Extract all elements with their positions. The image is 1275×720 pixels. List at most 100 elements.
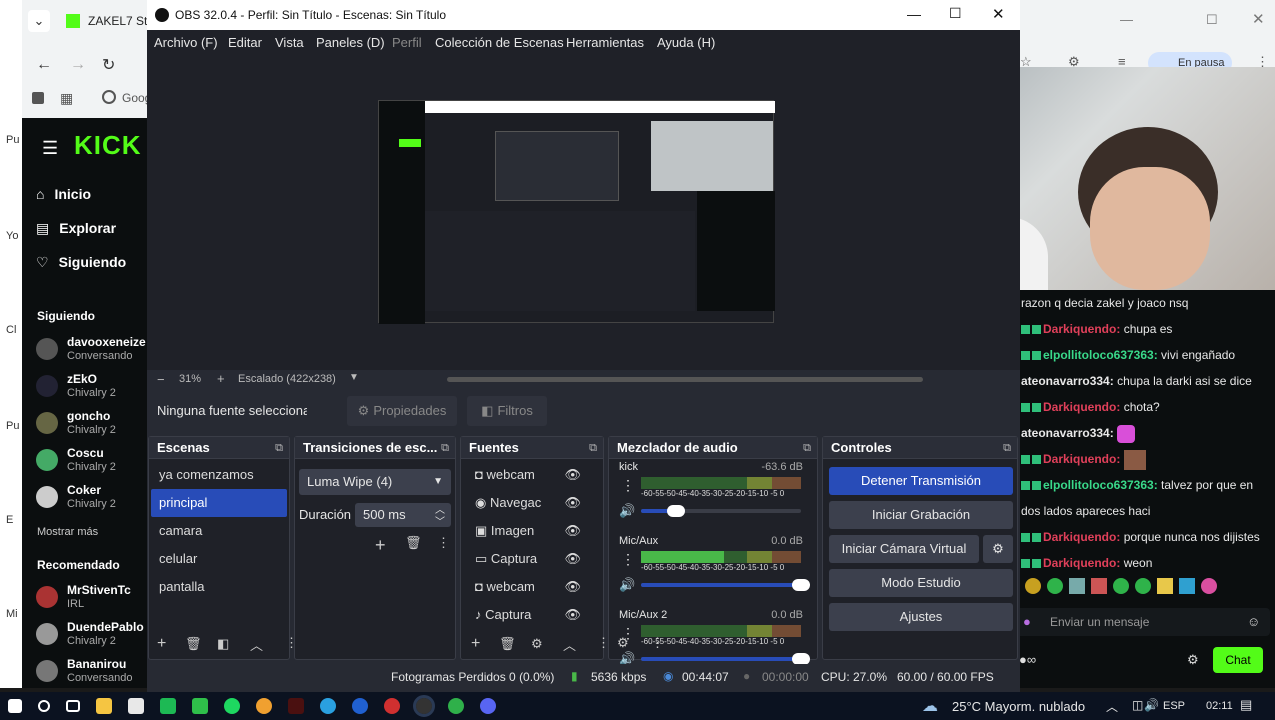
microphone-icon[interactable]: ● — [1023, 614, 1031, 629]
volume-slider[interactable] — [641, 579, 810, 591]
source-item[interactable]: ▣ Imagen 👁 — [463, 517, 601, 545]
followed-channel[interactable]: Coscu Chivalry 2 — [22, 443, 148, 480]
volume-slider[interactable] — [641, 653, 810, 665]
speaker-icon[interactable]: 🔊 — [619, 577, 635, 593]
properties-button[interactable]: ⚙ Propiedades — [347, 396, 457, 426]
scene-item[interactable]: ya comenzamos — [151, 461, 287, 489]
chat-send-button[interactable]: Chat — [1213, 647, 1263, 673]
calculator-icon[interactable] — [128, 697, 144, 714]
add-icon[interactable]: + — [471, 635, 480, 653]
emote-icon[interactable] — [1025, 578, 1041, 594]
scene-item[interactable]: pantalla — [151, 573, 287, 601]
zoom-out-icon[interactable]: − — [157, 372, 165, 387]
emote-icon[interactable] — [1157, 578, 1173, 594]
recommended-channel[interactable]: DuendePablo Chivalry 2 — [22, 617, 148, 654]
eye-icon[interactable]: 👁 — [564, 573, 581, 601]
apps-grid-icon[interactable]: ▦ — [60, 90, 73, 107]
source-item[interactable]: ◘ webcam 👁 — [463, 573, 601, 601]
followed-channel[interactable]: Coker Chivalry 2 — [22, 480, 148, 517]
forward-icon[interactable]: → — [70, 56, 86, 74]
undock-icon[interactable]: ⧉ — [1003, 437, 1011, 459]
task-view-icon[interactable] — [66, 699, 80, 712]
undock-icon[interactable]: ⧉ — [275, 437, 283, 459]
eye-icon[interactable]: 👁 — [564, 489, 581, 517]
menu-perfil[interactable]: Perfil — [392, 35, 422, 50]
nav-siguiendo[interactable]: ♡ Siguiendo — [36, 254, 148, 284]
show-more-link[interactable]: Mostrar más — [37, 526, 98, 538]
weather-text[interactable]: 25°C Mayorm. nublado — [952, 699, 1085, 714]
close-icon[interactable]: ✕ — [992, 5, 1005, 23]
add-transition-icon[interactable]: + — [375, 535, 395, 555]
chat-settings-icon[interactable]: ⚙ — [1187, 652, 1199, 668]
chat-username[interactable]: ateonavarro334: — [1021, 374, 1114, 388]
maximize-icon[interactable]: ☐ — [1206, 12, 1218, 28]
undock-icon[interactable]: ⧉ — [803, 437, 811, 459]
recommended-channel[interactable]: MrStivenTc IRL — [22, 580, 148, 617]
move-up-icon[interactable]: ︿ — [250, 635, 263, 654]
move-up-icon[interactable]: ︿ — [563, 635, 576, 654]
emote-icon[interactable] — [1113, 578, 1129, 594]
minimize-icon[interactable]: — — [907, 6, 921, 22]
source-item[interactable]: ▭ Captura 👁 — [463, 545, 601, 573]
menu-paneles[interactable]: Paneles (D) — [316, 35, 385, 50]
language-indicator[interactable]: ESP — [1163, 700, 1185, 712]
emote-icon[interactable] — [1069, 578, 1085, 594]
chat-username[interactable]: Darkiquendo: — [1043, 530, 1120, 544]
emote-icon[interactable] — [1201, 578, 1217, 594]
illustrator-icon[interactable] — [288, 697, 304, 714]
settings-button[interactable]: Ajustes — [829, 603, 1013, 631]
eye-icon[interactable]: 👁 — [564, 461, 581, 489]
bookmark-folder-icon[interactable] — [32, 92, 44, 104]
source-item[interactable]: ♪ Captura 👁 — [463, 601, 601, 629]
menu-herramientas[interactable]: Herramientas — [566, 35, 644, 50]
start-recording-button[interactable]: Iniciar Grabación — [829, 501, 1013, 529]
emote-icon[interactable] — [1047, 578, 1063, 594]
studio-mode-button[interactable]: Modo Estudio — [829, 569, 1013, 597]
preview-scrollbar[interactable] — [447, 377, 923, 382]
chat-users-icon[interactable]: ●∞ — [1019, 652, 1036, 667]
edge-icon[interactable] — [320, 697, 336, 714]
duration-spinbox[interactable]: 500 ms ︿ ﹀ — [355, 503, 451, 528]
close-icon[interactable]: ✕ — [1252, 10, 1265, 28]
transition-select[interactable]: Luma Wipe (4) ▼ — [299, 469, 451, 495]
gear-icon[interactable]: ⚙ — [531, 636, 543, 652]
emote-icon[interactable] — [1091, 578, 1107, 594]
chrome-alt-icon[interactable] — [448, 697, 464, 714]
edge-alt-icon[interactable] — [352, 697, 368, 714]
tray-chevron-icon[interactable]: ︿ — [1106, 698, 1118, 715]
excel-icon[interactable] — [192, 697, 208, 714]
menu-coleccion[interactable]: Colección de Escenas — [435, 35, 564, 50]
spin-down-icon[interactable]: ﹀ — [435, 511, 445, 535]
nav-inicio[interactable]: ⌂ Inicio — [36, 186, 148, 216]
chat-username[interactable]: Darkiquendo: — [1043, 452, 1120, 466]
discord-icon[interactable] — [480, 697, 496, 714]
scene-item[interactable]: camara — [151, 517, 287, 545]
menu-vista[interactable]: Vista — [275, 35, 304, 50]
scene-item[interactable]: celular — [151, 545, 287, 573]
filter-icon[interactable]: ◧ — [217, 636, 229, 652]
chat-username[interactable]: Darkiquendo: — [1043, 556, 1120, 570]
volume-icon[interactable]: 🔊 — [1144, 698, 1159, 712]
add-icon[interactable]: + — [157, 635, 166, 653]
preview-canvas[interactable] — [378, 100, 775, 324]
kick-logo[interactable]: KICK — [74, 130, 142, 161]
undock-icon[interactable]: ⧉ — [589, 437, 597, 459]
undock-icon[interactable]: ⧉ — [441, 437, 449, 459]
source-item[interactable]: ◉ Navegac 👁 — [463, 489, 601, 517]
file-explorer-icon[interactable] — [96, 697, 112, 714]
scene-item-selected[interactable]: principal — [151, 489, 287, 517]
eye-icon[interactable]: 👁 — [564, 601, 581, 629]
menu-ayuda[interactable]: Ayuda (H) — [657, 35, 715, 50]
emote-icon[interactable] — [1135, 578, 1151, 594]
clock[interactable]: 02:11 — [1206, 700, 1233, 712]
menu-archivo[interactable]: Archivo (F) — [154, 35, 218, 50]
chat-input[interactable]: ● Enviar un mensaje ☺ — [1015, 608, 1270, 636]
spotify-alt-icon[interactable] — [224, 697, 240, 714]
scale-dropdown-icon[interactable]: ▼ — [349, 372, 359, 383]
volume-handle[interactable] — [792, 579, 810, 591]
network-icon[interactable]: ◫ — [1132, 698, 1143, 712]
search-icon[interactable] — [38, 699, 50, 712]
minimize-icon[interactable]: — — [1120, 12, 1133, 27]
volume-slider[interactable] — [641, 505, 801, 517]
zoom-in-icon[interactable]: + — [217, 371, 225, 386]
